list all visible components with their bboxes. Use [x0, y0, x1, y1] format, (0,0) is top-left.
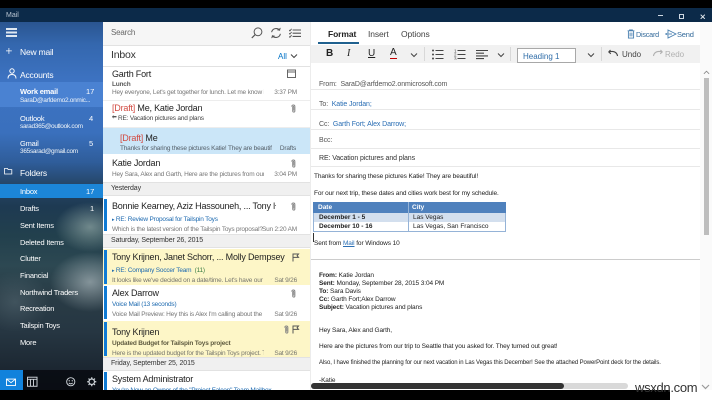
svg-text:3: 3	[454, 56, 457, 60]
